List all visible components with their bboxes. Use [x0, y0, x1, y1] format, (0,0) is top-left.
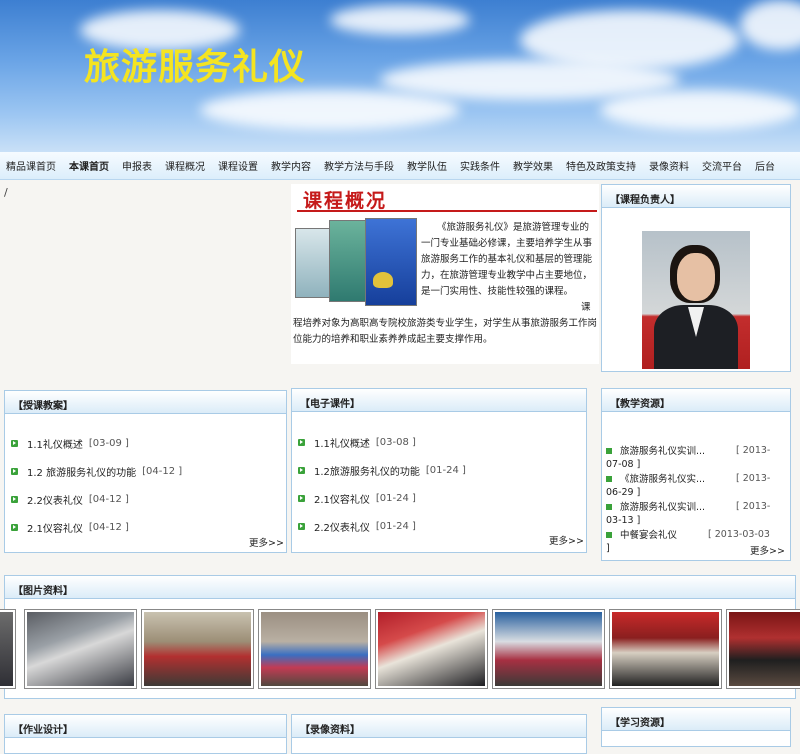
arrow-icon — [298, 467, 305, 474]
arrow-icon — [11, 524, 18, 531]
gallery-photo[interactable] — [492, 609, 605, 689]
banner: 旅游服务礼仪 — [0, 0, 800, 152]
videos-heading: 【录像资料】 — [292, 715, 586, 738]
nav-item[interactable]: 录像资料 — [649, 158, 689, 173]
gallery-photo[interactable] — [609, 609, 722, 689]
nav-item[interactable]: 特色及政策支持 — [566, 158, 636, 173]
photos-heading: 【图片资料】 — [5, 576, 795, 599]
breadcrumb: / — [4, 186, 8, 199]
arrow-icon — [298, 439, 305, 446]
arrow-icon — [298, 495, 305, 502]
nav-item[interactable]: 申报表 — [122, 158, 152, 173]
more-link[interactable]: 更多>> — [549, 533, 584, 547]
overview-paragraph-1: 《旅游服务礼仪》是旅游管理专业的一门专业基础必修课，主要培养学生从事旅游服务工作… — [421, 222, 593, 297]
homework-heading: 【作业设计】 — [5, 715, 286, 738]
nav-item[interactable]: 交流平台 — [702, 158, 742, 173]
arrow-icon — [298, 523, 305, 530]
list-item[interactable]: 2.1仪容礼仪 [04-12 ] — [11, 520, 129, 535]
gallery-photo[interactable] — [375, 609, 488, 689]
nav-item[interactable]: 实践条件 — [460, 158, 500, 173]
bullet-icon — [606, 448, 612, 454]
nav-item[interactable]: 课程概况 — [165, 158, 205, 173]
course-leader-heading: 【课程负责人】 — [602, 185, 790, 208]
bullet-icon — [606, 532, 612, 538]
nav-item[interactable]: 教学效果 — [513, 158, 553, 173]
list-item[interactable]: 1.2 旅游服务礼仪的功能 [04-12 ] — [11, 464, 182, 479]
list-item[interactable]: 2.1仪容礼仪 [01-24 ] — [298, 491, 416, 506]
bullet-icon — [606, 476, 612, 482]
overview-text: 《旅游服务礼仪》是旅游管理专业的一门专业基础必修课，主要培养学生从事旅游服务工作… — [293, 220, 597, 348]
site-title: 旅游服务礼仪 — [84, 46, 307, 88]
lesson-plans-panel: 【授课教案】 1.1礼仪概述 [03-09 ] 1.2 旅游服务礼仪的功能 [04-… — [4, 390, 287, 553]
list-item[interactable]: 2.2仪表礼仪 [04-12 ] — [11, 492, 129, 507]
overview-divider — [297, 210, 597, 212]
list-item[interactable]: 1.1礼仪概述 [03-09 ] — [11, 436, 129, 451]
more-link[interactable]: 更多>> — [750, 543, 785, 557]
gallery-photo[interactable] — [141, 609, 254, 689]
list-item[interactable]: 2.2仪表礼仪 [01-24 ] — [298, 519, 416, 534]
list-item[interactable]: 1.1礼仪概述 [03-08 ] — [298, 435, 416, 450]
nav-item[interactable]: 课程设置 — [218, 158, 258, 173]
main-nav: 精品课首页 本课首页 申报表 课程概况 课程设置 教学内容 教学方法与手段 教学队伍 实践条件教… — [0, 152, 800, 180]
nav-item[interactable]: 本课首页 — [69, 158, 109, 173]
gallery-photo[interactable] — [0, 609, 16, 689]
more-link[interactable]: 更多>> — [249, 535, 284, 549]
learning-resources-heading: 【学习资源】 — [602, 708, 790, 731]
gallery-photo[interactable] — [726, 609, 800, 689]
lesson-plans-heading: 【授课教案】 — [5, 391, 286, 414]
nav-item[interactable]: 后台 — [755, 158, 775, 173]
arrow-icon — [11, 440, 18, 447]
courseware-panel: 【电子课件】 1.1礼仪概述 [03-08 ] 1.2旅游服务礼仪的功能 [01-2… — [291, 388, 587, 553]
bullet-icon — [606, 504, 612, 510]
gallery-photo[interactable] — [24, 609, 137, 689]
nav-item[interactable]: 教学方法与手段 — [324, 158, 394, 173]
gallery-photo[interactable] — [258, 609, 371, 689]
courseware-heading: 【电子课件】 — [292, 389, 586, 412]
videos-panel: 【录像资料】 — [291, 714, 587, 754]
teaching-resources-heading: 【教学资源】 — [602, 389, 790, 412]
course-overview: 课程概况 《旅游服务礼仪》是旅游管理专业的一门专业基础必修课，主要培养学生从事旅… — [291, 184, 599, 364]
arrow-icon — [11, 496, 18, 503]
nav-item[interactable]: 精品课首页 — [6, 158, 56, 173]
teaching-resources-panel: 【教学资源】 旅游服务礼仪实训... 07-08 ] [ 2013- 《旅游服务礼… — [601, 388, 791, 561]
list-item[interactable]: 1.2旅游服务礼仪的功能 [01-24 ] — [298, 463, 466, 478]
nav-item[interactable]: 教学队伍 — [407, 158, 447, 173]
arrow-icon — [11, 468, 18, 475]
homework-panel: 【作业设计】 — [4, 714, 287, 754]
learning-resources-panel: 【学习资源】 — [601, 707, 791, 747]
overview-title: 课程概况 — [303, 190, 388, 212]
nav-item[interactable]: 教学内容 — [271, 158, 311, 173]
course-leader-photo — [642, 231, 750, 369]
